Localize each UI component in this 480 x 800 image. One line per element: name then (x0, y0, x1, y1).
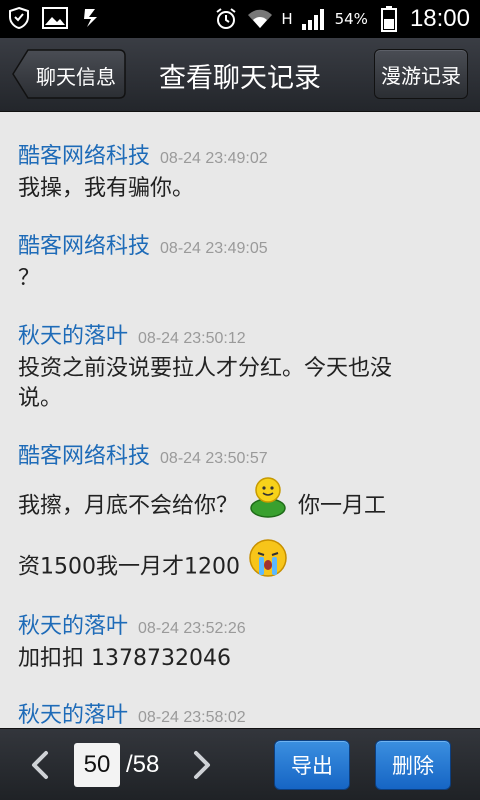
message-item: 秋天的落叶 08-24 23:52:26 加扣扣 1378732046 (18, 608, 458, 674)
title-bar: 聊天信息 查看聊天记录 漫游记录 (0, 38, 480, 112)
smiley-green-shirt-icon (249, 476, 287, 537)
message-item: 秋天的落叶 08-24 23:50:12 投资之前没说要拉人才分红。今天也没 说… (18, 318, 458, 414)
message-time: 08-24 23:52:26 (138, 620, 246, 637)
message-text-part: 资1500我一月才1200 (18, 554, 240, 580)
message-item: 酷客网络科技 08-24 23:50:57 我擦，月底不会给你？ 你一月工 资1… (18, 438, 458, 598)
image-icon (42, 5, 68, 31)
message-sender[interactable]: 酷客网络科技 (18, 138, 150, 170)
message-text: 投资之前没说要拉人才分红。今天也没 说。 (18, 354, 458, 414)
sync-icon (78, 5, 104, 31)
alarm-icon (213, 6, 239, 32)
message-text-line: 投资之前没说要拉人才分红。今天也没 (18, 356, 393, 381)
battery-icon (376, 6, 402, 32)
message-sender[interactable]: 秋天的落叶 (18, 318, 128, 350)
pagination-bar: 50 /58 导出 删除 (0, 728, 480, 800)
message-time: 08-24 23:49:02 (160, 150, 268, 167)
export-button[interactable]: 导出 (274, 740, 350, 790)
message-sender[interactable]: 酷客网络科技 (18, 228, 150, 260)
wifi-icon (247, 6, 273, 32)
message-item: 酷客网络科技 08-24 23:49:05 ？ (18, 228, 458, 294)
delete-button[interactable]: 删除 (375, 740, 451, 790)
total-pages: /58 (126, 751, 160, 778)
message-text-part: 我擦，月底不会给你？ (18, 493, 239, 519)
clock: 18:00 (409, 5, 470, 32)
roam-records-button[interactable]: 漫游记录 (374, 49, 468, 99)
next-page-button[interactable] (186, 750, 216, 780)
current-page-input[interactable]: 50 (74, 743, 120, 787)
message-time: 08-24 23:50:57 (160, 450, 268, 467)
status-bar: H 54% 18:00 (0, 0, 480, 38)
message-time: 08-24 23:58:02 (138, 709, 246, 726)
network-type: H (281, 10, 293, 28)
battery-percent: 54% (334, 10, 368, 28)
message-text: 加扣扣 1378732046 (18, 646, 231, 671)
signal-icon (301, 6, 327, 32)
message-text: ？ (18, 266, 41, 291)
message-text-part: 你一月工 (298, 493, 387, 519)
crying-face-icon (247, 537, 289, 598)
message-sender[interactable]: 秋天的落叶 (18, 608, 128, 640)
message-text: 我操，我有骗你。 (18, 176, 195, 201)
message-sender[interactable]: 秋天的落叶 (18, 697, 128, 728)
shield-icon (6, 5, 32, 31)
message-item: 酷客网络科技 08-24 23:49:02 我操，我有骗你。 (18, 138, 458, 204)
message-text: 我擦，月底不会给你？ 你一月工 资1500我一月才1200 (18, 476, 458, 598)
message-sender[interactable]: 酷客网络科技 (18, 438, 150, 470)
back-button-label: 聊天信息 (36, 65, 116, 89)
message-time: 08-24 23:49:05 (160, 240, 268, 257)
message-text-line: 说。 (18, 386, 63, 411)
previous-page-button[interactable] (26, 750, 56, 780)
message-item: 秋天的落叶 08-24 23:58:02 (18, 697, 458, 728)
chat-history-list[interactable]: 酷客网络科技 08-24 23:49:02 我操，我有骗你。 酷客网络科技 08… (0, 112, 480, 728)
back-button[interactable]: 聊天信息 (12, 49, 126, 99)
message-time: 08-24 23:50:12 (138, 330, 246, 347)
